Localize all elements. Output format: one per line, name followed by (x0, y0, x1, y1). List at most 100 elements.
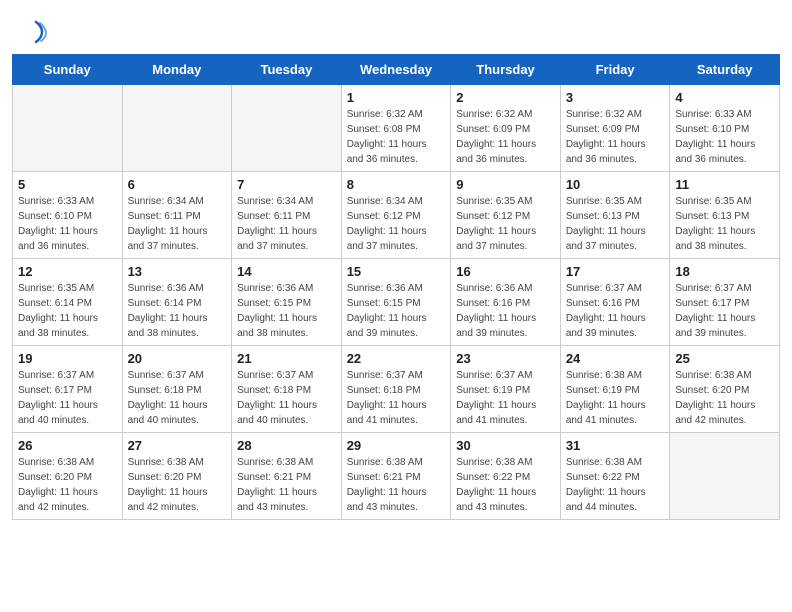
day-info: Sunrise: 6:35 AMSunset: 6:13 PMDaylight:… (566, 194, 665, 254)
day-info: Sunrise: 6:35 AMSunset: 6:12 PMDaylight:… (456, 194, 555, 254)
day-info: Sunrise: 6:36 AMSunset: 6:15 PMDaylight:… (347, 281, 446, 341)
day-number: 4 (675, 90, 774, 105)
day-number: 29 (347, 438, 446, 453)
weekday-header-monday: Monday (122, 55, 232, 85)
day-info: Sunrise: 6:34 AMSunset: 6:11 PMDaylight:… (128, 194, 227, 254)
day-info: Sunrise: 6:38 AMSunset: 6:21 PMDaylight:… (237, 455, 336, 515)
weekday-header-wednesday: Wednesday (341, 55, 451, 85)
weekday-header-saturday: Saturday (670, 55, 780, 85)
calendar-cell: 11 Sunrise: 6:35 AMSunset: 6:13 PMDayligh… (670, 172, 780, 259)
day-info: Sunrise: 6:34 AMSunset: 6:12 PMDaylight:… (347, 194, 446, 254)
calendar-cell: 25 Sunrise: 6:38 AMSunset: 6:20 PMDayligh… (670, 346, 780, 433)
calendar-cell: 14Sunrise: 6:36 AMSunset: 6:15 PMDayligh… (232, 259, 342, 346)
calendar-cell (670, 433, 780, 520)
weekday-header-thursday: Thursday (451, 55, 561, 85)
day-number: 2 (456, 90, 555, 105)
day-info: Sunrise: 6:36 AMSunset: 6:15 PMDaylight:… (237, 281, 336, 341)
calendar-cell: 27Sunrise: 6:38 AMSunset: 6:20 PMDayligh… (122, 433, 232, 520)
day-number: 10 (566, 177, 665, 192)
calendar-week-row: 19 Sunrise: 6:37 AMSunset: 6:17 PMDayligh… (13, 346, 780, 433)
calendar-cell: 30 Sunrise: 6:38 AMSunset: 6:22 PMDayligh… (451, 433, 561, 520)
calendar-cell: 5 Sunrise: 6:33 AMSunset: 6:10 PMDaylight… (13, 172, 123, 259)
calendar-table: SundayMondayTuesdayWednesdayThursdayFrid… (12, 54, 780, 520)
day-number: 21 (237, 351, 336, 366)
calendar-cell: 10 Sunrise: 6:35 AMSunset: 6:13 PMDayligh… (560, 172, 670, 259)
day-number: 1 (347, 90, 446, 105)
day-number: 17 (566, 264, 665, 279)
logo (20, 18, 50, 46)
day-number: 12 (18, 264, 117, 279)
day-info: Sunrise: 6:38 AMSunset: 6:22 PMDaylight:… (456, 455, 555, 515)
day-info: Sunrise: 6:37 AMSunset: 6:18 PMDaylight:… (237, 368, 336, 428)
day-info: Sunrise: 6:37 AMSunset: 6:17 PMDaylight:… (675, 281, 774, 341)
calendar-cell: 29 Sunrise: 6:38 AMSunset: 6:21 PMDayligh… (341, 433, 451, 520)
calendar-cell: 17 Sunrise: 6:37 AMSunset: 6:16 PMDayligh… (560, 259, 670, 346)
day-number: 15 (347, 264, 446, 279)
weekday-header-sunday: Sunday (13, 55, 123, 85)
calendar-week-row: 12 Sunrise: 6:35 AMSunset: 6:14 PMDayligh… (13, 259, 780, 346)
logo-icon (22, 18, 50, 46)
calendar-cell: 19 Sunrise: 6:37 AMSunset: 6:17 PMDayligh… (13, 346, 123, 433)
day-info: Sunrise: 6:37 AMSunset: 6:17 PMDaylight:… (18, 368, 117, 428)
calendar-cell (232, 85, 342, 172)
day-number: 6 (128, 177, 227, 192)
day-info: Sunrise: 6:32 AMSunset: 6:09 PMDaylight:… (566, 107, 665, 167)
calendar-cell: 13 Sunrise: 6:36 AMSunset: 6:14 PMDayligh… (122, 259, 232, 346)
weekday-header-tuesday: Tuesday (232, 55, 342, 85)
day-number: 19 (18, 351, 117, 366)
day-info: Sunrise: 6:32 AMSunset: 6:08 PMDaylight:… (347, 107, 446, 167)
calendar-cell: 21 Sunrise: 6:37 AMSunset: 6:18 PMDayligh… (232, 346, 342, 433)
day-info: Sunrise: 6:35 AMSunset: 6:14 PMDaylight:… (18, 281, 117, 341)
day-number: 9 (456, 177, 555, 192)
day-info: Sunrise: 6:38 AMSunset: 6:20 PMDaylight:… (18, 455, 117, 515)
calendar-cell (13, 85, 123, 172)
calendar-cell: 3 Sunrise: 6:32 AMSunset: 6:09 PMDaylight… (560, 85, 670, 172)
calendar-cell: 23Sunrise: 6:37 AMSunset: 6:19 PMDayligh… (451, 346, 561, 433)
page: SundayMondayTuesdayWednesdayThursdayFrid… (0, 0, 792, 612)
day-number: 24 (566, 351, 665, 366)
day-number: 30 (456, 438, 555, 453)
day-info: Sunrise: 6:36 AMSunset: 6:14 PMDaylight:… (128, 281, 227, 341)
day-info: Sunrise: 6:37 AMSunset: 6:18 PMDaylight:… (128, 368, 227, 428)
day-number: 13 (128, 264, 227, 279)
calendar-cell (122, 85, 232, 172)
calendar-cell: 31Sunrise: 6:38 AMSunset: 6:22 PMDayligh… (560, 433, 670, 520)
calendar-week-row: 5 Sunrise: 6:33 AMSunset: 6:10 PMDaylight… (13, 172, 780, 259)
day-number: 16 (456, 264, 555, 279)
day-number: 28 (237, 438, 336, 453)
day-info: Sunrise: 6:32 AMSunset: 6:09 PMDaylight:… (456, 107, 555, 167)
calendar-cell: 12 Sunrise: 6:35 AMSunset: 6:14 PMDayligh… (13, 259, 123, 346)
calendar-cell: 28 Sunrise: 6:38 AMSunset: 6:21 PMDayligh… (232, 433, 342, 520)
day-number: 5 (18, 177, 117, 192)
day-number: 11 (675, 177, 774, 192)
calendar-cell: 2 Sunrise: 6:32 AMSunset: 6:09 PMDaylight… (451, 85, 561, 172)
calendar-cell: 24Sunrise: 6:38 AMSunset: 6:19 PMDayligh… (560, 346, 670, 433)
day-info: Sunrise: 6:35 AMSunset: 6:13 PMDaylight:… (675, 194, 774, 254)
weekday-header-friday: Friday (560, 55, 670, 85)
day-info: Sunrise: 6:33 AMSunset: 6:10 PMDaylight:… (18, 194, 117, 254)
day-info: Sunrise: 6:38 AMSunset: 6:20 PMDaylight:… (675, 368, 774, 428)
day-number: 25 (675, 351, 774, 366)
day-number: 22 (347, 351, 446, 366)
calendar-cell: 26Sunrise: 6:38 AMSunset: 6:20 PMDayligh… (13, 433, 123, 520)
day-info: Sunrise: 6:37 AMSunset: 6:16 PMDaylight:… (566, 281, 665, 341)
calendar-cell: 9 Sunrise: 6:35 AMSunset: 6:12 PMDaylight… (451, 172, 561, 259)
day-number: 8 (347, 177, 446, 192)
day-info: Sunrise: 6:34 AMSunset: 6:11 PMDaylight:… (237, 194, 336, 254)
calendar-cell: 16 Sunrise: 6:36 AMSunset: 6:16 PMDayligh… (451, 259, 561, 346)
day-number: 18 (675, 264, 774, 279)
calendar-cell: 22Sunrise: 6:37 AMSunset: 6:18 PMDayligh… (341, 346, 451, 433)
calendar-week-row: 26Sunrise: 6:38 AMSunset: 6:20 PMDayligh… (13, 433, 780, 520)
calendar-cell: 1 Sunrise: 6:32 AMSunset: 6:08 PMDaylight… (341, 85, 451, 172)
calendar-cell: 18 Sunrise: 6:37 AMSunset: 6:17 PMDayligh… (670, 259, 780, 346)
day-info: Sunrise: 6:36 AMSunset: 6:16 PMDaylight:… (456, 281, 555, 341)
calendar-cell: 15 Sunrise: 6:36 AMSunset: 6:15 PMDayligh… (341, 259, 451, 346)
day-info: Sunrise: 6:33 AMSunset: 6:10 PMDaylight:… (675, 107, 774, 167)
day-info: Sunrise: 6:38 AMSunset: 6:20 PMDaylight:… (128, 455, 227, 515)
day-number: 7 (237, 177, 336, 192)
day-info: Sunrise: 6:38 AMSunset: 6:21 PMDaylight:… (347, 455, 446, 515)
day-info: Sunrise: 6:38 AMSunset: 6:22 PMDaylight:… (566, 455, 665, 515)
day-number: 3 (566, 90, 665, 105)
calendar-week-row: 1 Sunrise: 6:32 AMSunset: 6:08 PMDaylight… (13, 85, 780, 172)
calendar-cell: 6 Sunrise: 6:34 AMSunset: 6:11 PMDaylight… (122, 172, 232, 259)
